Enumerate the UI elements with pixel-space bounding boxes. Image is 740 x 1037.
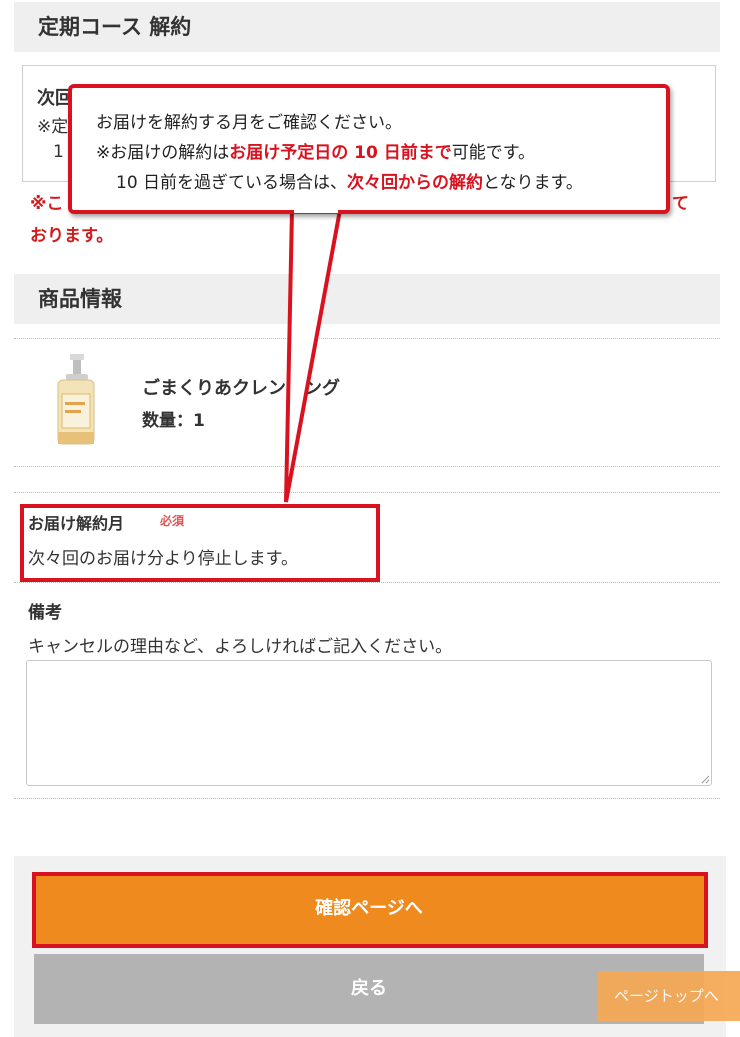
callout-pointer-mask	[294, 205, 338, 213]
